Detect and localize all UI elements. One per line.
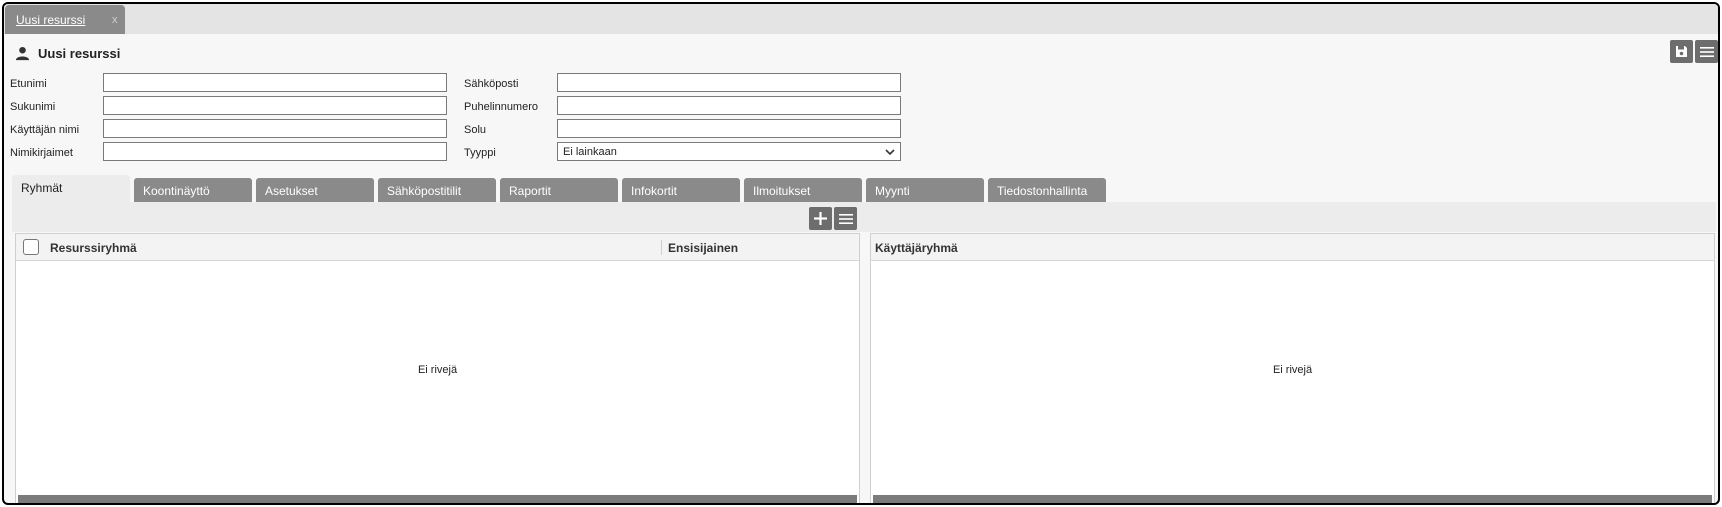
type-select[interactable]: Ei lainkaan [557, 142, 901, 161]
tab-tiedostonhallinta[interactable]: Tiedostonhallinta [988, 178, 1106, 202]
options-menu-button[interactable] [1695, 40, 1718, 63]
initials-field[interactable] [103, 142, 447, 161]
column-header-resurssiryhma[interactable]: Resurssiryhmä [50, 241, 137, 255]
groups-menu-button[interactable] [834, 207, 857, 230]
tab-myynti[interactable]: Myynti [866, 178, 984, 202]
email-field[interactable] [557, 73, 901, 92]
save-icon [1676, 46, 1687, 57]
last-name-field[interactable] [103, 96, 447, 115]
tab-content-toolbar [12, 202, 1716, 232]
app-window: Uusi resurssi x Uusi resurssi Etunimi Su… [2, 2, 1720, 505]
page-header: Uusi resurssi [15, 43, 120, 63]
document-tab-bar: Uusi resurssi x [4, 4, 1718, 34]
first-name-label: Etunimi [10, 78, 47, 90]
select-all-checkbox[interactable] [23, 239, 39, 255]
empty-rows-message: Ei rivejä [417, 364, 458, 376]
tab-ilmoitukset[interactable]: Ilmoitukset [744, 178, 862, 202]
username-label: Käyttäjän nimi [10, 124, 80, 136]
document-tab-uusi-resurssi[interactable]: Uusi resurssi x [5, 5, 125, 34]
save-button[interactable] [1670, 40, 1693, 63]
tab-infokortit[interactable]: Infokortit [622, 178, 740, 202]
tab-sahkopostitilit[interactable]: Sähköpostitilit [378, 178, 496, 202]
first-name-field[interactable] [103, 73, 447, 92]
username-field[interactable] [103, 119, 447, 138]
horizontal-scrollbar[interactable] [873, 495, 1712, 503]
grid-header: Käyttäjäryhmä [871, 234, 1714, 261]
user-groups-grid: Käyttäjäryhmä Ei rivejä [870, 233, 1715, 503]
column-header-kayttajaryhma[interactable]: Käyttäjäryhmä [875, 241, 958, 255]
add-group-button[interactable] [809, 207, 832, 230]
email-label: Sähköposti [464, 78, 519, 90]
type-select-value: Ei lainkaan [563, 146, 617, 158]
tab-koontinaytto[interactable]: Koontinäyttö [134, 178, 252, 202]
last-name-label: Sukunimi [10, 101, 56, 113]
column-divider[interactable] [661, 240, 662, 255]
type-label: Tyyppi [464, 147, 496, 159]
page-title: Uusi resurssi [38, 45, 121, 61]
cell-label: Solu [464, 124, 487, 136]
grid-header: Resurssiryhmä Ensisijainen [16, 234, 859, 261]
initials-label: Nimikirjaimet [10, 147, 73, 159]
menu-icon [1699, 46, 1714, 57]
phone-field[interactable] [557, 96, 901, 115]
person-icon [15, 46, 30, 60]
close-tab-icon[interactable]: x [112, 14, 118, 26]
document-tab-label[interactable]: Uusi resurssi [16, 13, 85, 27]
phone-label: Puhelinnumero [464, 101, 538, 113]
menu-icon [838, 213, 853, 224]
tab-ryhmat[interactable]: Ryhmät [12, 175, 130, 203]
cell-field[interactable] [557, 119, 901, 138]
tab-raportit[interactable]: Raportit [500, 178, 618, 202]
tab-asetukset[interactable]: Asetukset [256, 178, 374, 202]
chevron-down-icon [885, 149, 895, 156]
plus-icon [814, 212, 827, 225]
horizontal-scrollbar[interactable] [18, 495, 857, 503]
empty-rows-message: Ei rivejä [1272, 364, 1313, 376]
resource-groups-grid: Resurssiryhmä Ensisijainen Ei rivejä [15, 233, 860, 503]
column-header-ensisijainen[interactable]: Ensisijainen [668, 241, 738, 255]
